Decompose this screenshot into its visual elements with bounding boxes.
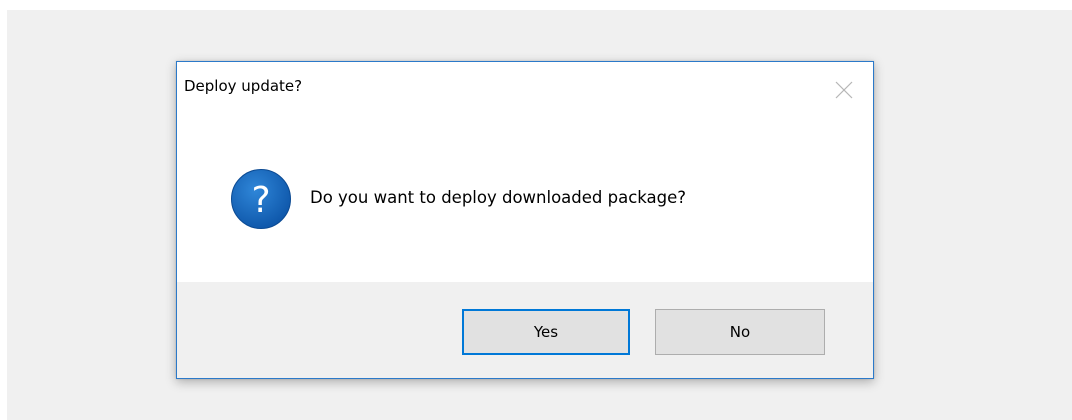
dialog-button-bar: Yes No — [177, 282, 873, 378]
question-icon: ? — [231, 169, 291, 229]
no-button[interactable]: No — [655, 309, 825, 355]
dialog-title: Deploy update? — [184, 77, 303, 95]
svg-text:?: ? — [251, 180, 270, 221]
dialog-titlebar[interactable]: Deploy update? — [177, 62, 873, 116]
yes-button[interactable]: Yes — [462, 309, 630, 355]
dialog-content: ? Do you want to deploy downloaded packa… — [177, 116, 873, 282]
close-button[interactable] — [821, 70, 867, 110]
close-icon — [835, 81, 853, 99]
dialog-message: Do you want to deploy downloaded package… — [310, 188, 687, 207]
deploy-update-dialog: Deploy update? ? Do you want to deploy d… — [176, 61, 874, 379]
